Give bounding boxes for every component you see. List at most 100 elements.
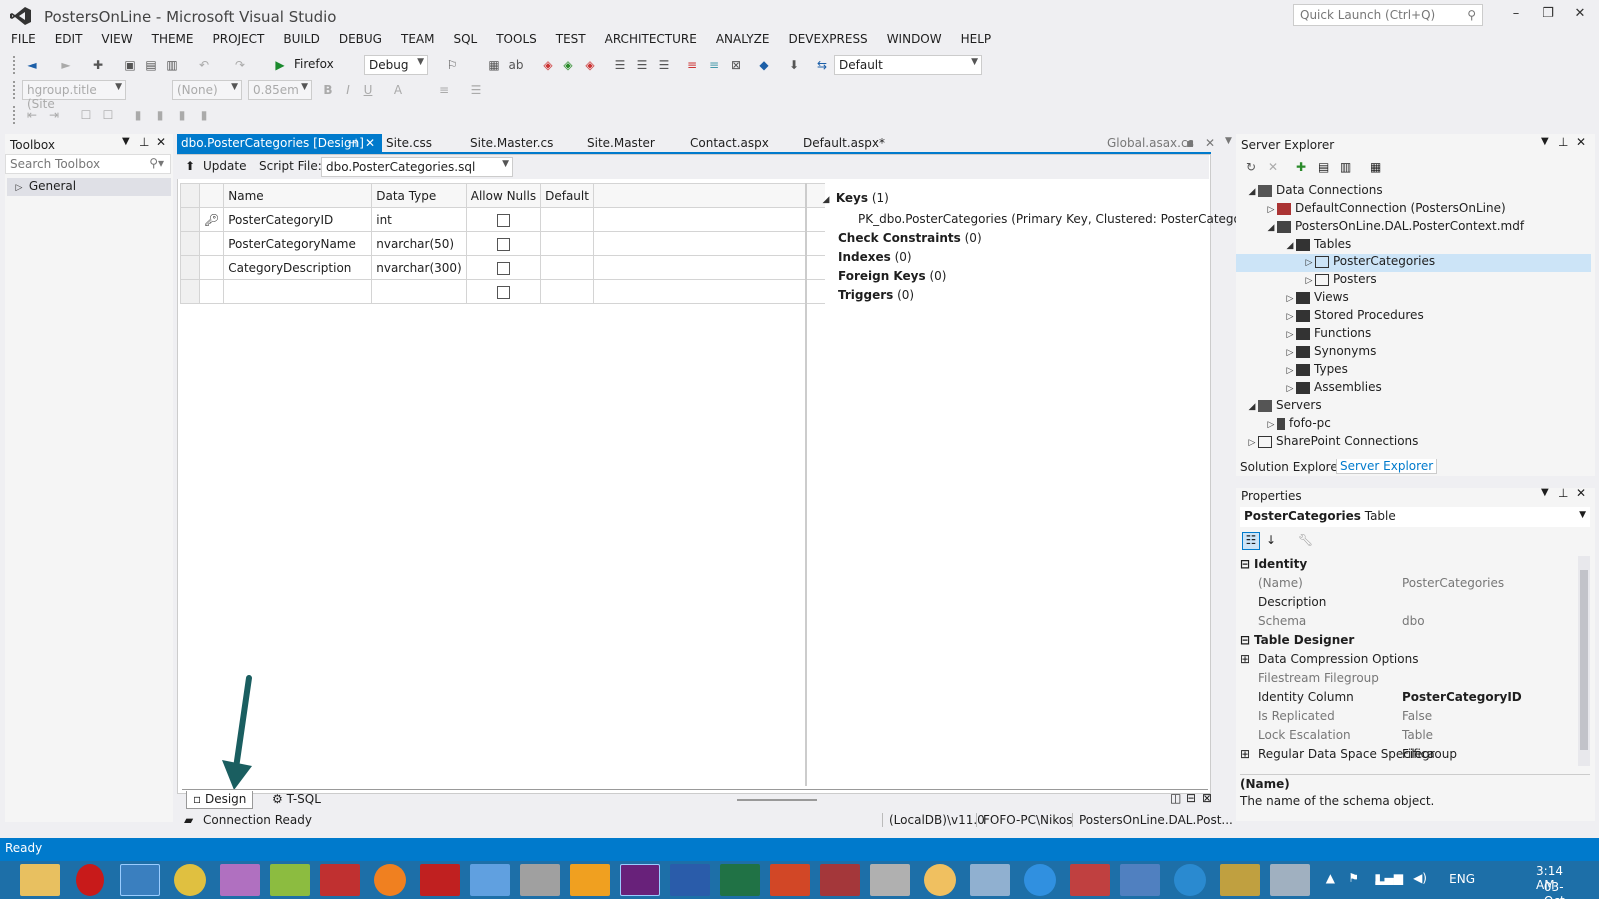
tree-stored-procedures[interactable]: ▷ Stored Procedures [1284, 308, 1424, 326]
cell-allow-nulls[interactable] [465, 231, 542, 256]
back-icon[interactable]: ◄ [24, 57, 40, 73]
row-selector[interactable] [180, 279, 200, 304]
font-color-icon[interactable]: A [390, 82, 406, 98]
bookmark-prev-icon[interactable]: ▮ [152, 107, 168, 123]
split-horizontal-icon[interactable]: ⊟ [1186, 791, 1196, 805]
dropbox-icon[interactable] [470, 864, 510, 896]
collapse-arrow-icon[interactable]: ◢ [1246, 402, 1258, 412]
expand-arrow-icon[interactable]: ▷ [1284, 330, 1296, 340]
save-icon[interactable]: ▤ [143, 57, 159, 73]
cell-default[interactable] [540, 255, 594, 280]
word-icon[interactable] [670, 864, 710, 896]
tab-list-dropdown-icon[interactable]: ▼ [1221, 134, 1236, 154]
solution-config-dropdown[interactable]: Debug ▼ [364, 55, 428, 75]
property-is-replicated[interactable]: Is Replicated False [1240, 709, 1580, 728]
palette-icon[interactable] [924, 864, 956, 896]
column-header-name[interactable]: Name [223, 183, 373, 208]
collapse-pane-icon[interactable]: ⊠ [1202, 791, 1212, 805]
toolbar-tool-icon[interactable]: ◈ [540, 57, 556, 73]
toolbar-tool-icon[interactable]: ☰ [634, 57, 650, 73]
app-icon[interactable] [970, 864, 1010, 896]
tree-assemblies[interactable]: ▷ Assemblies [1284, 380, 1382, 398]
filezilla-icon[interactable] [320, 864, 360, 896]
toolbox-search-input[interactable]: Search Toolbox ⚲▾ [5, 154, 171, 174]
foreign-keys-section[interactable]: Foreign Keys (0) [820, 267, 1270, 286]
toolbar-tool-icon[interactable]: ◆ [756, 57, 772, 73]
find-in-files-icon[interactable]: ⚐ [444, 57, 460, 73]
collapse-arrow-icon[interactable]: ◢ [1284, 241, 1296, 251]
excel-icon[interactable] [720, 864, 760, 896]
acrobat-icon[interactable] [420, 864, 460, 896]
close-button[interactable]: ✕ [1570, 6, 1590, 24]
expand-arrow-icon[interactable]: ▷ [1284, 312, 1296, 322]
file-explorer-icon[interactable] [20, 864, 60, 896]
menu-edit[interactable]: EDIT [55, 30, 83, 50]
tab-poster-categories-design[interactable]: dbo.PosterCategories [Design] ⊣ ✕ [177, 134, 382, 154]
tree-functions[interactable]: ▷ Functions [1284, 326, 1372, 344]
table-row[interactable]: CategoryDescription nvarchar(300) [180, 255, 826, 280]
primary-key-entry[interactable]: PK_dbo.PosterCategories (Primary Key, Cl… [820, 210, 1270, 229]
properties-scrollbar[interactable] [1578, 556, 1590, 766]
menu-build[interactable]: BUILD [283, 30, 319, 50]
property-lock-escalation[interactable]: Lock Escalation Table [1240, 728, 1580, 747]
tab-server-explorer[interactable]: Server Explorer [1336, 459, 1438, 474]
pin-icon[interactable]: ⊣ [347, 136, 357, 150]
connect-server-icon[interactable]: ▤ [1318, 160, 1329, 174]
menu-theme[interactable]: THEME [152, 30, 194, 50]
keys-section[interactable]: ◢ Keys (1) [820, 189, 1270, 210]
menu-project[interactable]: PROJECT [213, 30, 265, 50]
expand-arrow-icon[interactable]: ▷ [1284, 384, 1296, 394]
property-filestream-filegroup[interactable]: Filestream Filegroup [1240, 671, 1580, 690]
cell-name[interactable]: PosterCategoryID [223, 207, 373, 232]
collapse-arrow-icon[interactable]: ◢ [1246, 187, 1258, 197]
table-row-new[interactable] [180, 279, 826, 304]
tree-servers[interactable]: ◢ Servers [1246, 398, 1322, 416]
format-icon[interactable]: ▦ [486, 57, 502, 73]
cell-data-type[interactable]: nvarchar(300) [371, 255, 467, 280]
pin-icon[interactable]: ⊥ [1558, 486, 1568, 500]
menu-debug[interactable]: DEBUG [339, 30, 382, 50]
tree-fofo-pc[interactable]: ▷ fofo-pc [1265, 416, 1331, 434]
app-icon[interactable] [870, 864, 910, 896]
row-selector[interactable] [180, 231, 200, 256]
css-selector-dropdown[interactable]: hgroup.title (Site ▼ [22, 80, 126, 111]
bookmark-next-icon[interactable]: ▮ [174, 107, 190, 123]
toolbar-grip[interactable] [13, 56, 17, 74]
save-all-icon[interactable]: ▥ [164, 57, 180, 73]
quick-launch-input[interactable]: Quick Launch (Ctrl+Q) ⚲ [1293, 4, 1483, 26]
expand-arrow-icon[interactable]: ▷ [1246, 438, 1258, 448]
expand-arrow-icon[interactable]: ▷ [1265, 205, 1277, 215]
tree-sharepoint-connections[interactable]: ▷ SharePoint Connections [1246, 434, 1419, 452]
allow-nulls-checkbox[interactable] [496, 237, 510, 251]
cell-allow-nulls[interactable] [465, 207, 542, 232]
cell-allow-nulls[interactable] [465, 279, 542, 304]
menu-devexpress[interactable]: DEVEXPRESS [788, 30, 867, 50]
property-schema[interactable]: Schema dbo [1240, 614, 1580, 633]
app-icon[interactable] [1070, 864, 1110, 896]
tree-posters[interactable]: ▷ Posters [1303, 272, 1377, 290]
tree-synonyms[interactable]: ▷ Synonyms [1284, 344, 1377, 362]
browser-label[interactable]: Firefox [294, 57, 334, 71]
language-indicator[interactable]: ENG [1449, 872, 1475, 886]
menu-tools[interactable]: TOOLS [496, 30, 537, 50]
media-player-icon[interactable] [374, 864, 406, 896]
categorized-icon[interactable]: ☷ [1242, 532, 1260, 550]
category-identity[interactable]: ⊟ Identity [1240, 557, 1580, 576]
split-vertical-icon[interactable]: ◫ [1170, 791, 1181, 805]
tab-solution-explorer[interactable]: Solution Explorer [1240, 460, 1343, 474]
toolbox-group-general[interactable]: ▷ General [7, 178, 171, 196]
menu-analyze[interactable]: ANALYZE [716, 30, 770, 50]
toolbar-tool-icon[interactable]: ◈ [582, 57, 598, 73]
tab-tsql[interactable]: ⚙ T-SQL [266, 791, 327, 809]
property-regular-data-space[interactable]: ⊞ Regular Data Space Specifica Filegroup [1240, 747, 1580, 766]
app-icon[interactable] [1270, 864, 1310, 896]
tab-design[interactable]: ▫ Design [186, 791, 254, 809]
menu-window[interactable]: WINDOW [887, 30, 942, 50]
table-row[interactable]: 🔑︎ PosterCategoryID int [180, 207, 826, 232]
collapse-box-icon[interactable]: ⊟ [1240, 633, 1250, 647]
properties-object-selector[interactable]: PosterCategories Table ▼ [1240, 507, 1590, 527]
horizontal-scrollbar[interactable] [737, 799, 817, 801]
menu-sql[interactable]: SQL [453, 30, 477, 50]
allow-nulls-checkbox[interactable] [496, 213, 510, 227]
outdent-icon[interactable]: ⇥ [46, 107, 62, 123]
